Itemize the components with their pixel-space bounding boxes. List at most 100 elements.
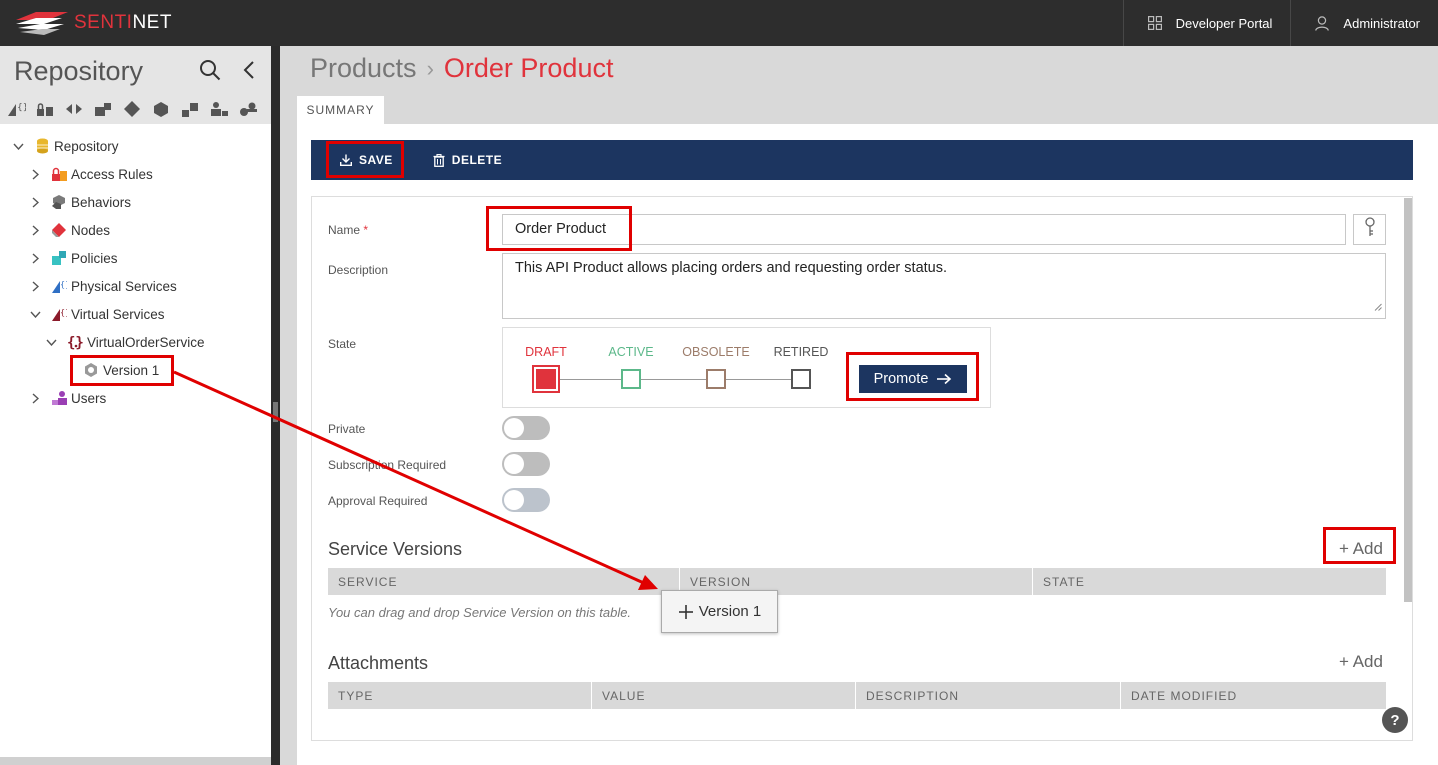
column-header-value[interactable]: VALUE: [592, 682, 856, 709]
collapse-sidebar-icon[interactable]: [242, 60, 256, 85]
state-obsolete-label: OBSOLETE: [682, 345, 750, 359]
physical-service-icon: {}: [51, 278, 67, 294]
toggle-knob: [504, 454, 524, 474]
state-retired-label: RETIRED: [773, 345, 829, 359]
tree-item-label: Access Rules: [71, 166, 153, 182]
column-header-date-modified[interactable]: DATE MODIFIED: [1121, 682, 1386, 709]
chevron-right-icon[interactable]: [29, 196, 41, 208]
tree-item-nodes[interactable]: Nodes: [29, 219, 110, 241]
developer-portal-label: Developer Portal: [1175, 15, 1273, 31]
breadcrumb-products[interactable]: Products: [310, 53, 417, 84]
tree-item-behaviors[interactable]: Behaviors: [29, 191, 131, 213]
tree-item-access-rules[interactable]: Access Rules: [29, 163, 153, 185]
form-scrollbar[interactable]: [1404, 198, 1412, 602]
tree-item-users[interactable]: Users: [29, 387, 106, 409]
tree-item-virtualorderservice[interactable]: {} VirtualOrderService: [45, 331, 205, 353]
tab-summary[interactable]: SUMMARY: [297, 96, 384, 124]
service-versions-title: Service Versions: [328, 539, 463, 559]
tree-item-policies[interactable]: Policies: [29, 247, 118, 269]
private-toggle[interactable]: [502, 416, 550, 440]
product-form: Name * Order Product Description This AP…: [311, 196, 1413, 741]
nodes-filter-icon[interactable]: [120, 98, 144, 120]
state-draft-label: DRAFT: [525, 345, 567, 359]
sidebar-splitter[interactable]: [271, 46, 280, 765]
tree-item-virtual-services[interactable]: {} Virtual Services: [29, 303, 165, 325]
chevron-down-icon[interactable]: [45, 339, 57, 346]
page-title: Order Product: [443, 53, 614, 83]
column-header-state[interactable]: STATE: [1033, 568, 1386, 595]
state-active-label: ACTIVE: [608, 345, 654, 359]
chevron-right-icon[interactable]: [29, 280, 41, 292]
tree-item-label: Behaviors: [71, 194, 132, 210]
user-icon: [1315, 15, 1330, 31]
resize-handle-icon[interactable]: [1374, 299, 1382, 315]
sidebar-bottom-strip: [0, 757, 271, 765]
sidebar-header: Repository {}: [0, 46, 271, 124]
delete-button[interactable]: DELETE: [419, 140, 516, 180]
column-header-service[interactable]: SERVICE: [328, 568, 680, 595]
users-filter-icon[interactable]: [207, 98, 231, 120]
subscription-required-label: Subscription Required: [328, 458, 447, 472]
add-attachment-link[interactable]: + Add: [1339, 652, 1383, 672]
policies-filter-icon[interactable]: [91, 98, 115, 120]
tree-item-repository[interactable]: Repository: [12, 135, 119, 157]
svg-text:{}: {}: [60, 280, 67, 289]
highlight-save-button: [326, 141, 404, 178]
user-name: Administrator: [1343, 15, 1420, 31]
service-versions-table-header: SERVICE VERSION STATE: [328, 568, 1386, 595]
svg-text:{}: {}: [67, 335, 83, 350]
chevron-down-icon[interactable]: [29, 311, 41, 318]
svg-text:{}: {}: [60, 308, 67, 317]
state-retired-marker[interactable]: [791, 369, 811, 389]
top-bar: SENTINET Developer Portal Administrator: [0, 0, 1438, 46]
chevron-right-icon[interactable]: [29, 252, 41, 264]
required-mark: *: [363, 223, 369, 237]
subscription-required-toggle[interactable]: [502, 452, 550, 476]
key-button[interactable]: [1353, 214, 1386, 245]
help-button[interactable]: ?: [1382, 707, 1408, 733]
state-active-marker[interactable]: [621, 369, 641, 389]
user-menu[interactable]: Administrator: [1290, 0, 1438, 46]
toggle-knob: [504, 490, 524, 510]
developer-portal-link[interactable]: Developer Portal: [1122, 0, 1291, 46]
users-icon: [51, 390, 67, 406]
highlight-version-1: [70, 355, 174, 386]
chevron-right-icon[interactable]: [29, 224, 41, 236]
svg-text:{}: {}: [17, 103, 26, 113]
column-header-description[interactable]: DESCRIPTION: [856, 682, 1121, 709]
behaviors-filter-icon[interactable]: [149, 98, 173, 120]
column-header-type[interactable]: TYPE: [328, 682, 592, 709]
repository-sidebar: Repository {} Repository: [0, 46, 271, 765]
drag-ghost-label: Version 1: [698, 603, 762, 620]
summary-panel: SAVE DELETE Name * Order Product Descrip…: [297, 124, 1438, 765]
state-draft-marker[interactable]: [532, 365, 560, 393]
description-label: Description: [328, 263, 389, 277]
tree-item-physical-services[interactable]: {} Physical Services: [29, 275, 177, 297]
settings-filter-icon[interactable]: [236, 98, 260, 120]
tree-item-label: Physical Services: [71, 278, 177, 294]
key-icon: [1364, 217, 1376, 242]
products-filter-icon[interactable]: [178, 98, 202, 120]
sidebar-title: Repository: [14, 56, 144, 86]
access-rules-filter-icon[interactable]: [33, 98, 57, 120]
main-content: Products › Order Product SUMMARY SAVE DE…: [280, 46, 1438, 765]
chevron-down-icon[interactable]: [12, 143, 24, 150]
logo-mark-icon: [16, 12, 68, 35]
state-label: State: [328, 337, 357, 351]
description-textarea[interactable]: This API Product allows placing orders a…: [502, 253, 1386, 319]
chevron-right-icon[interactable]: [29, 392, 41, 404]
diamond-icon: [51, 222, 67, 238]
logo-text-red: SENTI: [74, 12, 133, 33]
state-obsolete-marker[interactable]: [706, 369, 726, 389]
plus-icon: [678, 604, 694, 620]
endpoints-filter-icon[interactable]: [62, 98, 86, 120]
physical-service-filter-icon[interactable]: {}: [4, 98, 28, 120]
state-connector: [641, 379, 707, 380]
database-icon: [34, 138, 50, 154]
search-icon[interactable]: [199, 59, 221, 86]
splitter-grip[interactable]: [273, 402, 278, 422]
repository-type-filter: {}: [4, 98, 260, 120]
approval-required-toggle[interactable]: [502, 488, 550, 512]
chevron-right-icon[interactable]: [29, 168, 41, 180]
sentinet-logo[interactable]: SENTINET: [14, 8, 172, 38]
